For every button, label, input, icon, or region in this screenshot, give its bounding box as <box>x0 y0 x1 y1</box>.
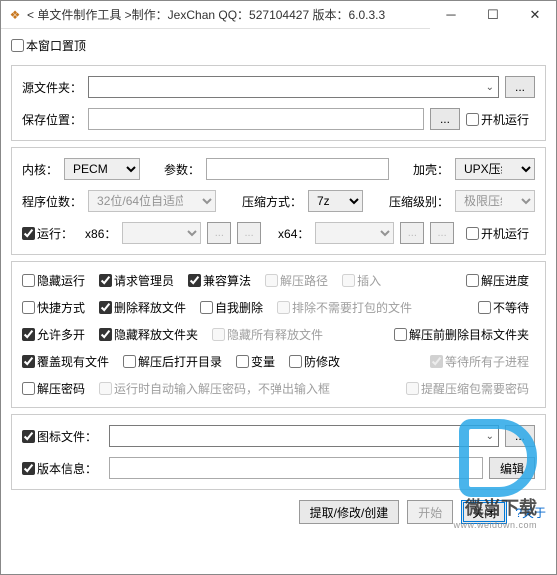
opt-hide-all-release[interactable]: 隐藏所有释放文件 <box>212 326 323 343</box>
x86-browse-1[interactable]: ... <box>207 222 231 244</box>
options-group: 隐藏运行 请求管理员 兼容算法 解压路径 插入 解压进度 快捷方式 删除释放文件… <box>11 261 546 408</box>
opt-hide-run[interactable]: 隐藏运行 <box>22 272 85 289</box>
x86-select[interactable] <box>122 222 201 244</box>
opt-self-del[interactable]: 自我删除 <box>200 299 263 316</box>
icon-browse-button[interactable]: ... <box>505 425 535 447</box>
save-browse-button[interactable]: ... <box>430 108 460 130</box>
icon-version-group: 图标文件： ⌄ ... 版本信息： 编辑 <box>11 414 546 490</box>
pin-window-checkbox[interactable]: 本窗口置顶 <box>11 37 86 54</box>
icon-file-combo[interactable]: ⌄ <box>109 425 499 447</box>
x64-label: x64： <box>278 225 309 242</box>
opt-anti-mod[interactable]: 防修改 <box>289 353 340 370</box>
shell-select[interactable]: UPX压缩 <box>455 158 535 180</box>
source-browse-button[interactable]: ... <box>505 76 535 98</box>
level-label: 压缩级别： <box>389 193 449 210</box>
source-group: 源文件夹： ⌄ ... 保存位置： ... 开机运行 <box>11 65 546 141</box>
opt-wait-child[interactable]: 等待所有子进程 <box>430 353 529 370</box>
bits-select[interactable]: 32位/64位自适应 <box>88 190 216 212</box>
opt-del-release[interactable]: 删除释放文件 <box>99 299 186 316</box>
icon-file-checkbox[interactable]: 图标文件： <box>22 428 97 445</box>
close-app-button[interactable]: 关闭 <box>461 500 507 524</box>
opt-req-admin[interactable]: 请求管理员 <box>99 272 174 289</box>
opt-del-target-before[interactable]: 解压前删除目标文件夹 <box>394 326 529 343</box>
version-checkbox[interactable]: 版本信息： <box>22 460 97 477</box>
chevron-down-icon: ⌄ <box>486 431 494 442</box>
footer: 提取/修改/创建 开始 关闭 ?关于 <box>11 496 546 524</box>
config-group: 内核： PECMD 参数： 加壳： UPX压缩 程序位数： 32位/64位自适应… <box>11 147 546 255</box>
x64-browse-1[interactable]: ... <box>400 222 424 244</box>
run-checkbox[interactable]: 运行： <box>22 225 73 242</box>
x86-browse-2[interactable]: ... <box>237 222 261 244</box>
minimize-button[interactable]: ─ <box>430 1 472 29</box>
x64-select[interactable] <box>315 222 394 244</box>
opt-exclude-pack[interactable]: 排除不需要打包的文件 <box>277 299 412 316</box>
version-edit-button[interactable]: 编辑 <box>489 457 535 479</box>
maximize-button[interactable]: ☐ <box>472 1 514 29</box>
opt-hint-need-pwd[interactable]: 提醒压缩包需要密码 <box>406 380 529 397</box>
param-label: 参数： <box>164 161 200 178</box>
version-input[interactable] <box>109 457 483 479</box>
opt-no-prompt[interactable]: 运行时自动输入解压密码，不弹出输入框 <box>99 380 330 397</box>
opt-compat[interactable]: 兼容算法 <box>188 272 251 289</box>
shell-label: 加壳： <box>413 161 449 178</box>
about-link[interactable]: ?关于 <box>515 504 546 521</box>
source-label: 源文件夹： <box>22 79 82 96</box>
opt-open-after[interactable]: 解压后打开目录 <box>123 353 222 370</box>
opt-variable[interactable]: 变量 <box>236 353 275 370</box>
window-title: < 单文件制作工具 >制作：JexChan QQ：527104427 版本：6.… <box>27 6 430 23</box>
compress-label: 压缩方式： <box>242 193 302 210</box>
source-folder-combo[interactable]: ⌄ <box>88 76 499 98</box>
opt-insert[interactable]: 插入 <box>342 272 381 289</box>
kernel-label: 内核： <box>22 161 58 178</box>
opt-overwrite[interactable]: 覆盖现有文件 <box>22 353 109 370</box>
x86-label: x86： <box>85 225 116 242</box>
titlebar: ❖ < 单文件制作工具 >制作：JexChan QQ：527104427 版本：… <box>1 1 556 29</box>
close-button[interactable]: ✕ <box>514 1 556 29</box>
opt-shortcut[interactable]: 快捷方式 <box>22 299 85 316</box>
save-label: 保存位置： <box>22 111 82 128</box>
bits-label: 程序位数： <box>22 193 82 210</box>
opt-hide-release-dir[interactable]: 隐藏释放文件夹 <box>99 326 198 343</box>
kernel-select[interactable]: PECMD <box>64 158 140 180</box>
opt-extract-path[interactable]: 解压路径 <box>265 272 328 289</box>
param-input[interactable] <box>206 158 389 180</box>
save-autorun-checkbox[interactable]: 开机运行 <box>466 111 529 128</box>
run-autorun-checkbox[interactable]: 开机运行 <box>466 225 529 242</box>
app-icon: ❖ <box>7 7 23 23</box>
compress-select[interactable]: 7z <box>308 190 363 212</box>
level-select[interactable]: 极限压缩 <box>455 190 535 212</box>
opt-no-wait[interactable]: 不等待 <box>478 299 529 316</box>
extract-modify-create-button[interactable]: 提取/修改/创建 <box>299 500 400 524</box>
opt-extract-progress[interactable]: 解压进度 <box>466 272 529 289</box>
x64-browse-2[interactable]: ... <box>430 222 454 244</box>
start-button[interactable]: 开始 <box>407 500 453 524</box>
opt-extract-pwd[interactable]: 解压密码 <box>22 380 85 397</box>
opt-allow-multi[interactable]: 允许多开 <box>22 326 85 343</box>
save-path-input[interactable] <box>88 108 424 130</box>
chevron-down-icon: ⌄ <box>486 82 494 93</box>
